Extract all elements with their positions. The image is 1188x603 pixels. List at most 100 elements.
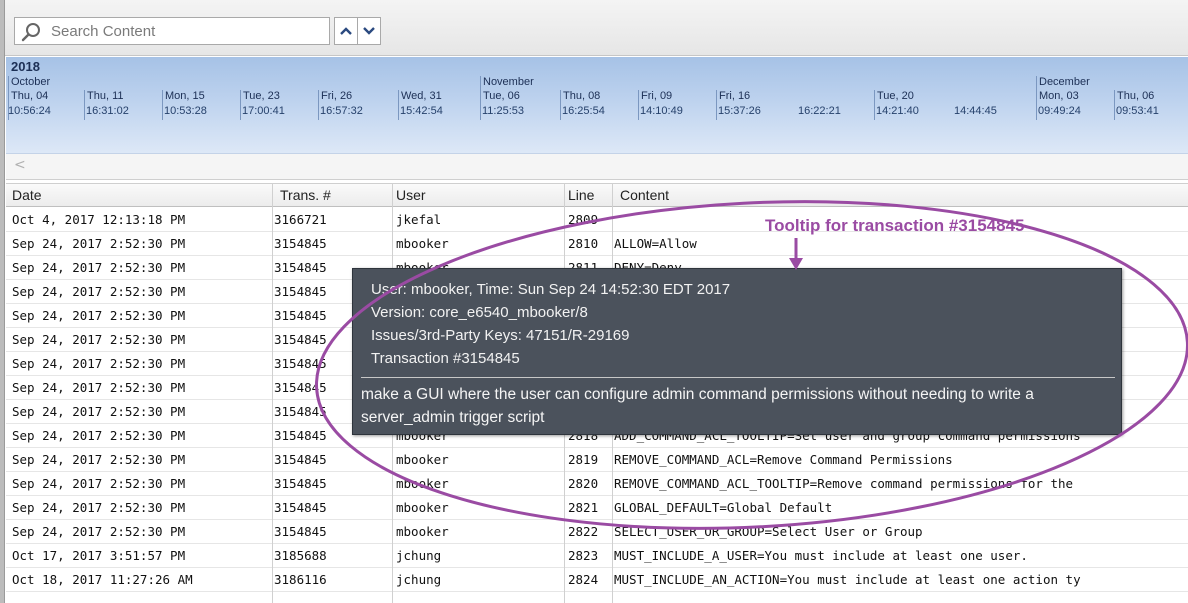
- cell-content: REMOVE_COMMAND_ACL_TOOLTIP=Remove comman…: [614, 476, 1074, 491]
- cell-date: Sep 24, 2017 2:52:30 PM: [12, 308, 186, 323]
- cell-user: jchung: [396, 548, 442, 563]
- cell-date: Sep 24, 2017 2:52:30 PM: [12, 236, 186, 251]
- timeline-year: 2018: [11, 59, 40, 74]
- timeline-time: 09:53:41: [1116, 105, 1159, 117]
- timeline-time: 11:25:53: [482, 105, 525, 117]
- cell-trans: 3154845: [274, 380, 327, 395]
- cell-line: 2820: [568, 476, 599, 491]
- cell-trans: 3154845: [274, 356, 327, 371]
- timeline-time: 16:22:21: [798, 105, 841, 117]
- search-previous-button[interactable]: [334, 17, 358, 45]
- cell-line: 2809: [568, 212, 599, 227]
- cell-trans: 3185688: [274, 548, 327, 563]
- cell-content: GLOBAL_DEFAULT=Global Default: [614, 500, 833, 515]
- cell-date: Sep 24, 2017 2:52:30 PM: [12, 332, 186, 347]
- cell-date: Sep 24, 2017 2:52:30 PM: [12, 428, 186, 443]
- table-row[interactable]: Oct 18, 2017 11:27:26 AM 3186116 jchung 282…: [6, 568, 1188, 592]
- column-header-date[interactable]: Date: [12, 187, 42, 203]
- cell-date: Sep 24, 2017 2:52:30 PM: [12, 452, 186, 467]
- table-header: Date Trans. # User Line Content: [6, 183, 1188, 207]
- cell-date: Oct 18, 2017 11:27:26 AM: [12, 572, 193, 587]
- cell-user: mbooker: [396, 500, 449, 515]
- cell-user: jkefal: [396, 212, 442, 227]
- cell-date: Oct 4, 2017 12:13:18 PM: [12, 212, 186, 227]
- table-row[interactable]: Sep 24, 2017 2:52:30 PM 3154845 mbooker 281…: [6, 448, 1188, 472]
- cell-content: REMOVE_COMMAND_ACL=Remove Command Permis…: [614, 452, 953, 467]
- timeline-time: 09:49:24: [1038, 105, 1081, 117]
- transaction-tooltip: User: mbooker, Time: Sun Sep 24 14:52:30…: [352, 268, 1122, 435]
- column-header-content[interactable]: Content: [620, 187, 669, 203]
- cell-content: ALLOW=Allow: [614, 236, 697, 251]
- cell-line: 2821: [568, 500, 599, 515]
- left-edge: [0, 0, 5, 603]
- cell-user: mbooker: [396, 452, 449, 467]
- cell-user: mbooker: [396, 236, 449, 251]
- cell-date: Sep 24, 2017 2:52:30 PM: [12, 500, 186, 515]
- cell-trans: 3154845: [274, 500, 327, 515]
- cell-trans: 3154845: [274, 404, 327, 419]
- timeline-time: 10:56:24: [8, 105, 51, 117]
- tooltip-version: Version: core_e6540_mbooker/8: [371, 304, 588, 321]
- cell-line: 2822: [568, 524, 599, 539]
- cell-user: mbooker: [396, 524, 449, 539]
- cell-line: 2823: [568, 548, 599, 563]
- timeline-scrollbar[interactable]: <: [6, 154, 1188, 180]
- timeline-time: 14:21:40: [876, 105, 919, 117]
- chevron-up-icon: [340, 27, 352, 35]
- cell-date: Oct 17, 2017 3:51:57 PM: [12, 548, 186, 563]
- table-row[interactable]: Sep 24, 2017 2:52:30 PM 3154845 mbooker 282…: [6, 496, 1188, 520]
- toolbar: [0, 0, 1188, 56]
- cell-trans: 3154845: [274, 452, 327, 467]
- cell-date: Sep 24, 2017 2:52:30 PM: [12, 380, 186, 395]
- table-row[interactable]: Sep 24, 2017 2:52:30 PM 3154845 mbooker 282…: [6, 520, 1188, 544]
- cell-user: mbooker: [396, 476, 449, 491]
- timeline[interactable]: 2018 October November December Thu, 04 T…: [6, 57, 1188, 154]
- cell-trans: 3154845: [274, 524, 327, 539]
- search-icon: [21, 23, 40, 42]
- timeline-time: 14:44:45: [954, 105, 997, 117]
- cell-line: 2810: [568, 236, 599, 251]
- timeline-time: 15:37:26: [718, 105, 761, 117]
- tooltip-user-time: User: mbooker, Time: Sun Sep 24 14:52:30…: [371, 281, 731, 298]
- cell-date: Sep 24, 2017 2:52:30 PM: [12, 476, 186, 491]
- cell-trans: 3154845: [274, 476, 327, 491]
- cell-trans: 3154845: [274, 428, 327, 443]
- cell-trans: 3154845: [274, 332, 327, 347]
- timeline-time: 16:31:02: [86, 105, 129, 117]
- table-row[interactable]: Oct 17, 2017 3:51:57 PM 3185688 jchung 2823…: [6, 544, 1188, 568]
- cell-date: Sep 24, 2017 2:52:30 PM: [12, 284, 186, 299]
- cell-date: Sep 24, 2017 2:52:30 PM: [12, 404, 186, 419]
- cell-user: jchung: [396, 572, 442, 587]
- cell-content: MUST_INCLUDE_AN_ACTION=You must include …: [614, 572, 1081, 587]
- timeline-time: 16:57:32: [320, 105, 363, 117]
- timeline-time: 10:53:28: [164, 105, 207, 117]
- cell-line: 2824: [568, 572, 599, 587]
- table-row[interactable]: Sep 24, 2017 2:52:30 PM 3154845 mbooker 282…: [6, 472, 1188, 496]
- cell-content: MUST_INCLUDE_A_USER=You must include at …: [614, 548, 1028, 563]
- cell-trans: 3166721: [274, 212, 327, 227]
- cell-date: Sep 24, 2017 2:52:30 PM: [12, 260, 186, 275]
- cell-content: SELECT_USER_OR_GROUP=Select User or Grou…: [614, 524, 923, 539]
- cell-date: Sep 24, 2017 2:52:30 PM: [12, 524, 186, 539]
- tooltip-transaction: Transaction #3154845: [371, 350, 520, 367]
- cell-trans: 3154845: [274, 236, 327, 251]
- search-box[interactable]: [14, 17, 330, 45]
- column-header-trans[interactable]: Trans. #: [280, 187, 331, 203]
- cell-line: 2819: [568, 452, 599, 467]
- search-input[interactable]: [51, 20, 327, 42]
- column-header-line[interactable]: Line: [568, 187, 594, 203]
- cell-date: Sep 24, 2017 2:52:30 PM: [12, 356, 186, 371]
- timeline-time: 15:42:54: [400, 105, 443, 117]
- cell-trans: 3154845: [274, 308, 327, 323]
- timeline-time: 16:25:54: [562, 105, 605, 117]
- annotation-label: Tooltip for transaction #3154845: [765, 216, 1025, 235]
- timeline-time: 17:00:41: [242, 105, 285, 117]
- tooltip-issues: Issues/3rd-Party Keys: 47151/R-29169: [371, 327, 630, 344]
- cell-trans: 3186116: [274, 572, 327, 587]
- cell-trans: 3154845: [274, 284, 327, 299]
- column-header-user[interactable]: User: [396, 187, 426, 203]
- tooltip-divider: [361, 377, 1115, 378]
- timeline-time: 14:10:49: [640, 105, 683, 117]
- search-next-button[interactable]: [357, 17, 381, 45]
- scroll-left-icon[interactable]: <: [14, 157, 26, 173]
